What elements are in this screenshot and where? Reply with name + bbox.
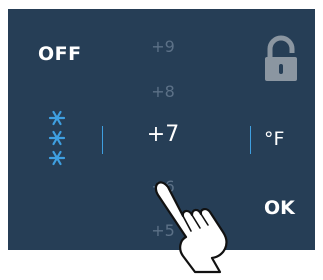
temperature-option[interactable]: +8: [151, 82, 175, 101]
hand-pointer-icon: [154, 181, 228, 274]
temperature-option[interactable]: +9: [151, 37, 175, 56]
snowflake-icon[interactable]: [46, 109, 68, 167]
picker-right-divider: [250, 126, 251, 154]
ok-button[interactable]: OK: [264, 197, 295, 219]
off-button[interactable]: OFF: [38, 43, 82, 65]
unit-toggle[interactable]: °F: [264, 128, 284, 150]
current-temperature[interactable]: +7: [147, 122, 179, 147]
picker-left-divider: [102, 126, 103, 154]
lock-icon[interactable]: [261, 35, 301, 83]
